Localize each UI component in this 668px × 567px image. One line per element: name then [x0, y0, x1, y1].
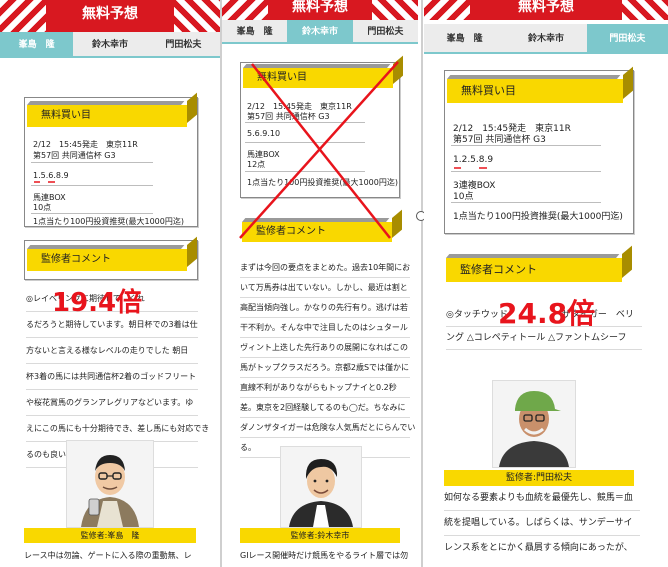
expert-tabs: 峯島 隆 鈴木幸市 門田松夫 [0, 32, 220, 58]
underline-mark [454, 167, 487, 169]
race-name: 第57回 共同通信杯 G3 [453, 135, 546, 145]
odds-label: 24.8倍 [498, 297, 596, 330]
cross-out-mark [239, 61, 399, 239]
tab-kadota[interactable]: 門田松夫 [586, 24, 668, 52]
expert-tabs: 峯島 隆 鈴木幸市 門田松夫 [424, 24, 668, 54]
tab-mineshima[interactable]: 峯島 隆 [0, 32, 74, 56]
supervisor-portrait [66, 440, 154, 528]
tab-kadota[interactable]: 門田松夫 [146, 32, 220, 56]
expert-tabs: 峯島 隆 鈴木幸市 門田松夫 [222, 20, 418, 44]
odds-label: 19.4倍 [52, 288, 143, 318]
portrait-illustration [493, 381, 575, 467]
bet-points: 10点 [453, 192, 474, 202]
portrait-illustration [281, 447, 361, 527]
bet-note: 1点当たり100円投資推奨(最大1000円迄) [453, 212, 623, 222]
comment-box: 監修者コメント [24, 240, 198, 280]
tab-mineshima[interactable]: 峯島 隆 [222, 20, 288, 42]
bottom-text: 如何なる要素よりも血統を最優先し、競馬＝血 統を提唱している。しばらくは、サンデ… [444, 486, 640, 560]
tab-kadota[interactable]: 門田松夫 [352, 20, 418, 42]
buy-box: 無料買い目 2/12 15:45発走 東京11R 第57回 共同通信杯 G3 1… [444, 70, 634, 234]
supervisor-portrait [492, 380, 576, 468]
comment-box: 監修者コメント [444, 252, 634, 290]
comment-heading: 監修者コメント [446, 258, 622, 282]
comment-heading: 監修者コメント [27, 249, 187, 271]
header-bar: 無料予想 [0, 0, 220, 32]
supervisor-caption: 監修者:鈴木幸市 [240, 528, 400, 543]
bottom-text: レース中は勿論、ゲートに入る際の重動無、レ [24, 551, 192, 560]
pick-numbers: 1.2.5.8.9 [453, 155, 494, 165]
bottom-text: GIレース開催時だけ競馬をやるライト層では勿 [240, 551, 409, 560]
panel-kadota: 無料予想 峯島 隆 鈴木幸市 門田松夫 無料買い目 2/12 15:45発走 東… [424, 0, 668, 567]
tab-mineshima[interactable]: 峯島 隆 [424, 24, 506, 52]
tab-suzuki[interactable]: 鈴木幸市 [505, 24, 587, 52]
header-bar: 無料予想 [424, 0, 668, 20]
supervisor-portrait [280, 446, 362, 528]
supervisor-caption: 監修者:門田松夫 [444, 470, 634, 486]
supervisor-caption: 監修者:峯島 隆 [24, 528, 196, 543]
panel-suzuki: 無料予想 峯島 隆 鈴木幸市 門田松夫 無料買い目 2/12 15:45発走 東… [222, 0, 418, 567]
bet-points: 10点 [33, 203, 52, 212]
pick-numbers: 1.5.6.8.9 [33, 171, 69, 180]
race-info: 2/12 15:45発走 東京11R [33, 140, 138, 149]
bet-note: 1点当たり100円投資推奨(最大1000円迄) [33, 217, 184, 226]
page-title: 無料予想 [518, 0, 574, 15]
underline-mark [34, 181, 55, 183]
tab-suzuki[interactable]: 鈴木幸市 [73, 32, 147, 56]
buy-heading: 無料買い目 [447, 79, 623, 103]
comment-text: まずは今回の要点をまとめた。過去10年間にお いて万馬券は出ていない。しかし、最… [240, 258, 415, 458]
header-bar: 無料予想 [222, 0, 418, 20]
panel-mineshima: 無料予想 峯島 隆 鈴木幸市 門田松夫 無料買い目 2/12 15:45発走 東… [0, 0, 220, 567]
race-name: 第57回 共同通信杯 G3 [33, 151, 116, 160]
buy-box: 無料買い目 2/12 15:45発走 東京11R 第57回 共同通信杯 G3 1… [24, 97, 198, 227]
buy-heading: 無料買い目 [27, 105, 187, 127]
page-title: 無料予想 [292, 0, 348, 15]
portrait-illustration [67, 441, 153, 527]
tab-suzuki[interactable]: 鈴木幸市 [287, 20, 353, 42]
page-title: 無料予想 [82, 6, 138, 22]
